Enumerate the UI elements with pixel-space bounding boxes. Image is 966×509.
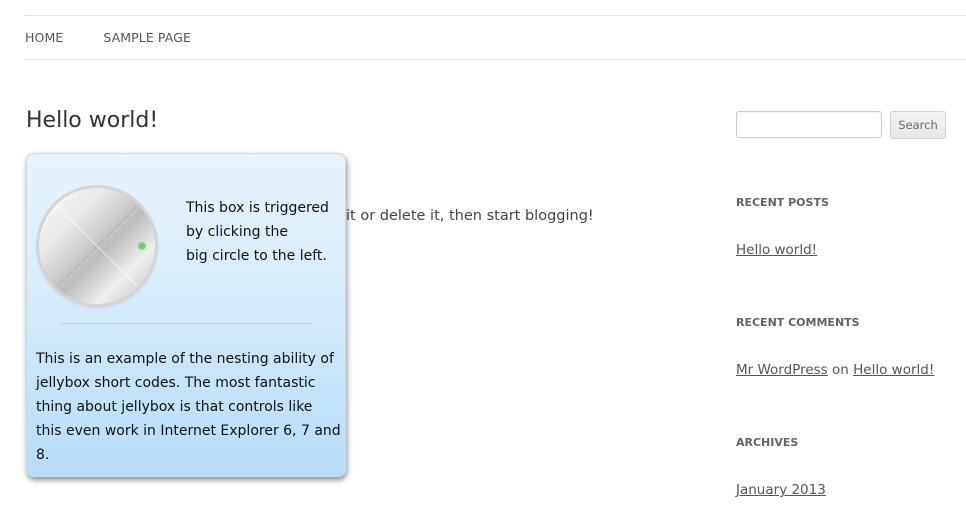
recent-post-item: Hello world! xyxy=(736,242,817,258)
comment-author-link[interactable]: Mr WordPress xyxy=(736,362,828,378)
archive-link[interactable]: January 2013 xyxy=(736,482,826,498)
trigger-line: by clicking the xyxy=(186,224,288,240)
main-navigation: HOME SAMPLE PAGE xyxy=(25,30,191,45)
nav-item-sample-page[interactable]: SAMPLE PAGE xyxy=(103,30,191,45)
comment-connector: on xyxy=(832,362,849,378)
nav-item-home[interactable]: HOME xyxy=(25,30,63,45)
search-input[interactable] xyxy=(736,111,882,138)
trigger-description: This box is triggered by clicking the bi… xyxy=(186,196,336,268)
nav-divider xyxy=(25,59,966,60)
post-content: it or delete it, then start blogging! xyxy=(346,208,594,224)
recent-post-link[interactable]: Hello world! xyxy=(736,242,817,258)
search-button[interactable]: Search xyxy=(890,111,946,139)
trigger-line: big circle to the left. xyxy=(186,248,327,264)
jellybox-popup: This box is triggered by clicking the bi… xyxy=(26,153,346,477)
knob-brushed-lines xyxy=(56,205,138,287)
post-title[interactable]: Hello world! xyxy=(26,108,158,133)
jellybox-divider xyxy=(61,323,311,324)
knob-indicator-dot xyxy=(139,243,145,249)
recent-comments-title: RECENT COMMENTS xyxy=(736,316,860,329)
recent-posts-title: RECENT POSTS xyxy=(736,196,829,209)
comment-post-link[interactable]: Hello world! xyxy=(853,362,934,378)
archives-title: ARCHIVES xyxy=(736,436,799,449)
archive-item: January 2013 xyxy=(736,482,826,498)
recent-comment-item: Mr WordPress on Hello world! xyxy=(736,362,934,378)
trigger-line: This box is triggered xyxy=(186,200,329,216)
jellybox-body-text: This is an example of the nesting abilit… xyxy=(36,351,341,463)
trigger-circle-knob[interactable] xyxy=(39,188,155,304)
header-divider-top xyxy=(25,15,966,16)
